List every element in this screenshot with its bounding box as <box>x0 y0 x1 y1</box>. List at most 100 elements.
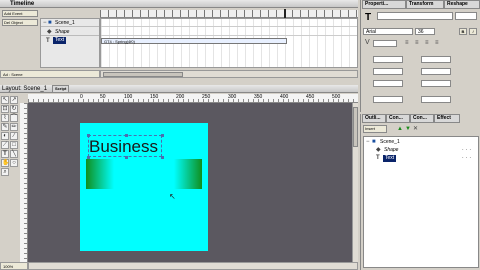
timeline-hscrollbar[interactable] <box>100 70 358 78</box>
tree-label-scene: Scene_1 <box>380 139 400 145</box>
path-tool-icon[interactable]: ⌒ <box>10 114 18 122</box>
fill-tool-icon[interactable]: ◐ <box>1 132 9 140</box>
insert-label: Insert <box>365 126 376 131</box>
line-tool-icon[interactable]: ╲ <box>10 150 18 158</box>
pointer-tool-icon[interactable]: ↖ <box>1 96 9 104</box>
expand-minus-icon[interactable]: − <box>366 139 370 145</box>
spacing-field-3[interactable] <box>373 68 403 75</box>
transform-tool-icon[interactable]: ⊡ <box>1 105 9 113</box>
zoom-label: 100% <box>3 264 14 269</box>
selection-handle[interactable] <box>87 134 90 137</box>
spacing-field-2[interactable] <box>421 56 451 63</box>
del-object-button[interactable]: Del Object <box>2 19 38 26</box>
tab-transform[interactable]: Transform <box>406 0 444 9</box>
insert-button[interactable]: Insert <box>363 125 387 133</box>
move-up-icon[interactable]: ▲ <box>397 126 403 132</box>
delete-icon[interactable]: ✕ <box>413 126 418 132</box>
ruler-tick: 500 <box>332 94 341 100</box>
tree-item-scene[interactable]: − ■ Scene_1 <box>366 139 476 146</box>
spacing-field-8[interactable] <box>421 96 451 103</box>
selection-handle[interactable] <box>161 156 164 159</box>
tab-content-2[interactable]: Con... <box>410 114 434 123</box>
layer-row-scene[interactable]: − ■ Scene_1 <box>41 19 99 27</box>
tab-effect[interactable]: Effect <box>434 114 460 123</box>
timeline-scroll-thumb[interactable] <box>103 72 183 77</box>
selection-handle[interactable] <box>161 134 164 137</box>
font-size-select[interactable]: 36 <box>415 28 435 35</box>
spacing-field-4[interactable] <box>421 68 451 75</box>
tree-item-text[interactable]: T Text ··· <box>366 155 476 162</box>
justify-icon[interactable]: ≡ <box>435 40 439 46</box>
add-event-button[interactable]: Add Event <box>2 10 38 17</box>
align-right-icon[interactable]: ≡ <box>425 40 429 46</box>
reshape-tool-icon[interactable]: ⌇ <box>1 114 9 122</box>
selection-handle[interactable] <box>125 156 128 159</box>
ruler-tick: 0 <box>80 94 83 100</box>
eyedropper-tool-icon[interactable]: ⟋ <box>1 141 9 149</box>
object-style-field[interactable] <box>455 12 477 20</box>
object-name-field[interactable] <box>377 12 453 20</box>
tab-outline[interactable]: Outli... <box>362 114 386 123</box>
layer-label-shape: Shape <box>55 29 70 35</box>
spacing-field-6[interactable] <box>421 80 451 87</box>
text-tool-icon: T <box>46 38 50 44</box>
text-tool-icon[interactable]: T <box>1 150 9 158</box>
align-center-icon[interactable]: ≡ <box>415 40 419 46</box>
layout-vscroll-thumb[interactable] <box>353 107 358 147</box>
spacing-field-7[interactable] <box>373 96 403 103</box>
zoom-status[interactable]: 100% <box>0 262 28 270</box>
layout-panel: Layout: Scene_1 Script 0 50 100 150 200 … <box>0 85 358 270</box>
layer-row-text[interactable]: T Text <box>41 37 99 45</box>
properties-panel: Properti... Transform Reshape T Arial 36… <box>360 0 480 112</box>
text-color-icon[interactable]: V <box>365 39 370 46</box>
text-color-swatch[interactable] <box>373 40 397 47</box>
workspace[interactable]: Business ↖ <box>28 103 352 262</box>
selection-handle[interactable] <box>125 134 128 137</box>
tab-content-1[interactable]: Con... <box>386 114 410 123</box>
rectangle-tool-icon[interactable]: □ <box>10 141 18 149</box>
gradient-shape-right[interactable] <box>174 159 202 189</box>
hand-tool-icon[interactable]: ✋ <box>1 159 9 167</box>
visibility-dots[interactable]: ··· <box>462 147 473 153</box>
pen-tool-icon[interactable]: ✎ <box>1 123 9 131</box>
bold-button[interactable]: B <box>459 28 467 35</box>
tree-item-shape[interactable]: ◆ Shape ··· <box>366 147 476 154</box>
timeline-titlebar: Timeline <box>0 0 358 8</box>
track-shape[interactable] <box>101 28 357 36</box>
mouse-cursor-icon: ↖ <box>169 192 176 201</box>
pencil-tool-icon[interactable]: ✏ <box>10 123 18 131</box>
move-down-icon[interactable]: ▼ <box>405 126 411 132</box>
italic-button[interactable]: I <box>469 28 477 35</box>
ruler-tick: 50 <box>100 94 106 100</box>
gradient-shape-left[interactable] <box>86 159 114 189</box>
rotate-tool-icon[interactable]: ↻ <box>10 105 18 113</box>
outline-tree: − ■ Scene_1 ◆ Shape ··· T Text ··· <box>363 136 479 268</box>
spacing-field-5[interactable] <box>373 80 403 87</box>
tab-properties[interactable]: Properti... <box>362 0 406 9</box>
text-tool-icon: T <box>365 12 372 23</box>
ruler-tick: 150 <box>150 94 159 100</box>
stage-canvas[interactable]: Business ↖ <box>80 123 208 251</box>
subselect-tool-icon[interactable]: ↗ <box>10 96 18 104</box>
tab-script[interactable]: Script <box>52 85 70 93</box>
visibility-dots[interactable]: ··· <box>462 155 473 161</box>
tab-reshape[interactable]: Reshape <box>444 0 480 9</box>
brush-tool-icon[interactable]: ∕ <box>10 132 18 140</box>
align-left-icon[interactable]: ≡ <box>405 40 409 46</box>
layout-title: Layout: Scene_1 <box>2 86 48 92</box>
tween-bar[interactable]: GT4 : Spring(4f0) <box>101 38 287 44</box>
ruler-tick: 400 <box>280 94 289 100</box>
layer-row-shape[interactable]: ◆ Shape <box>41 28 99 36</box>
ellipse-tool-icon[interactable]: ○ <box>10 159 18 167</box>
zoom-tool-icon[interactable]: ⌕ <box>1 168 9 176</box>
layout-hscrollbar[interactable] <box>28 262 358 270</box>
expand-minus-icon[interactable]: − <box>43 20 47 26</box>
frame-ruler[interactable] <box>100 10 358 18</box>
layer-label-text: Text <box>53 37 67 44</box>
text-object[interactable]: Business <box>87 134 164 159</box>
font-name-select[interactable]: Arial <box>363 28 413 35</box>
layout-vscrollbar[interactable] <box>352 103 358 262</box>
ruler-tick: 350 <box>254 94 263 100</box>
spacing-field-1[interactable] <box>373 56 403 63</box>
track-scene[interactable] <box>101 19 357 27</box>
